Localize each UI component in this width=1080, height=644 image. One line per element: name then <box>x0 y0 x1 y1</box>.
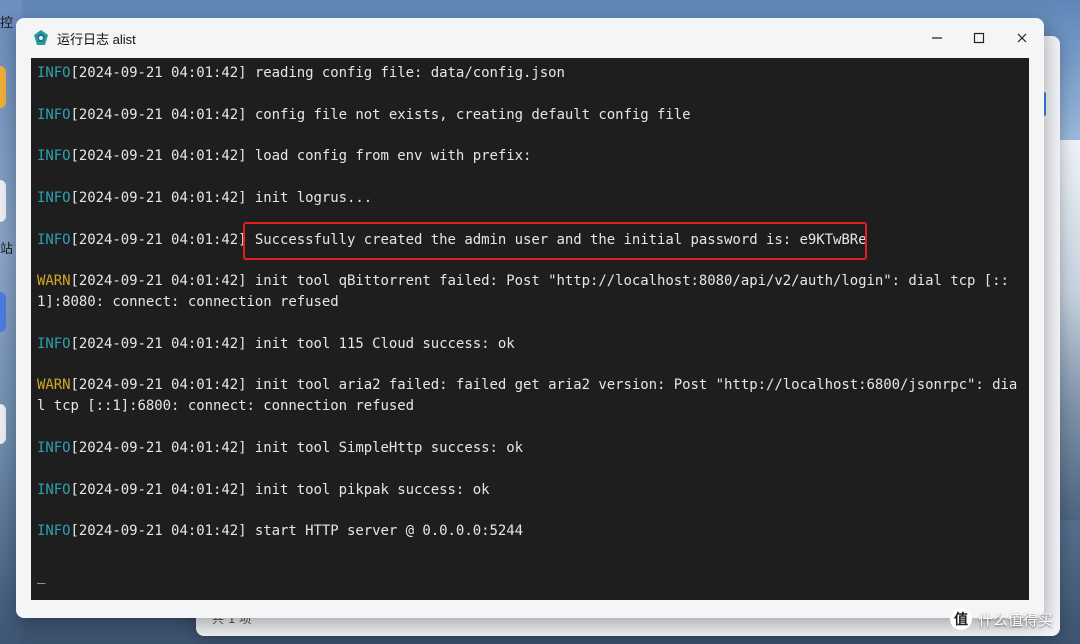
log-message: [2024-09-21 04:01:42] init tool aria2 fa… <box>37 377 1018 414</box>
watermark: 值 什么值得买 <box>950 608 1053 630</box>
log-line: INFO[2024-09-21 04:01:42] load config fr… <box>37 146 1021 167</box>
log-message: [2024-09-21 04:01:42] init logrus... <box>70 190 373 206</box>
log-level: WARN <box>37 377 71 393</box>
log-message: [2024-09-21 04:01:42] config file not ex… <box>70 107 691 123</box>
maximize-icon <box>973 32 985 44</box>
log-level: INFO <box>37 65 71 81</box>
log-line: INFO[2024-09-21 04:01:42] init tool 115 … <box>37 334 1021 355</box>
log-line: WARN[2024-09-21 04:01:42] init tool qBit… <box>37 271 1021 313</box>
close-icon <box>1017 33 1027 43</box>
log-message: [2024-09-21 04:01:42] start HTTP server … <box>70 523 524 539</box>
dock-app-icon[interactable] <box>0 404 6 444</box>
minimize-icon <box>932 37 942 39</box>
log-window: 运行日志 alist INFO[2024-09-21 04:01:42] rea… <box>16 18 1044 618</box>
log-line: INFO[2024-09-21 04:01:42] reading config… <box>37 63 1021 84</box>
log-message: [2024-09-21 04:01:42] init tool pikpak s… <box>70 482 490 498</box>
log-line: INFO[2024-09-21 04:01:42] init tool pikp… <box>37 480 1021 501</box>
log-level: INFO <box>37 148 71 164</box>
maximize-button[interactable] <box>963 26 995 50</box>
log-level: INFO <box>37 232 71 248</box>
log-message: [2024-09-21 04:01:42] init tool SimpleHt… <box>70 440 524 456</box>
dock-app-icon[interactable] <box>0 180 6 222</box>
terminal-cursor: _ <box>37 568 46 584</box>
log-message: [2024-09-21 04:01:42] reading config fil… <box>70 65 565 81</box>
dock-app-icon[interactable] <box>0 292 6 332</box>
alist-app-icon <box>34 30 48 45</box>
log-level: INFO <box>37 440 71 456</box>
log-level: INFO <box>37 523 71 539</box>
log-line: INFO[2024-09-21 04:01:42] init logrus... <box>37 188 1021 209</box>
close-button[interactable] <box>1006 26 1038 50</box>
log-level: INFO <box>37 107 71 123</box>
log-line: INFO[2024-09-21 04:01:42] config file no… <box>37 105 1021 126</box>
log-line: INFO[2024-09-21 04:01:42] start HTTP ser… <box>37 521 1021 542</box>
watermark-text: 什么值得买 <box>978 610 1054 629</box>
desktop-edge-label: 控 <box>0 16 14 31</box>
password-highlight-box <box>243 222 867 260</box>
log-line: WARN[2024-09-21 04:01:42] init tool aria… <box>37 375 1021 417</box>
log-level: INFO <box>37 336 71 352</box>
watermark-logo-icon: 值 <box>950 608 972 630</box>
minimize-button[interactable] <box>921 26 953 50</box>
log-console[interactable]: INFO[2024-09-21 04:01:42] reading config… <box>31 58 1029 600</box>
log-message: [2024-09-21 04:01:42] init tool 115 Clou… <box>70 336 515 352</box>
log-level: INFO <box>37 482 71 498</box>
log-message: [2024-09-21 04:01:42] init tool qBittorr… <box>37 273 1009 310</box>
window-title: 运行日志 alist <box>57 32 136 47</box>
log-message: [2024-09-21 04:01:42] load config from e… <box>70 148 532 164</box>
title-bar[interactable]: 运行日志 alist <box>16 18 1044 58</box>
log-level: INFO <box>37 190 71 206</box>
log-line: INFO[2024-09-21 04:01:42] init tool Simp… <box>37 438 1021 459</box>
log-level: WARN <box>37 273 71 289</box>
desktop-edge-label: 站 <box>0 242 14 257</box>
dock-app-icon[interactable] <box>0 66 6 108</box>
